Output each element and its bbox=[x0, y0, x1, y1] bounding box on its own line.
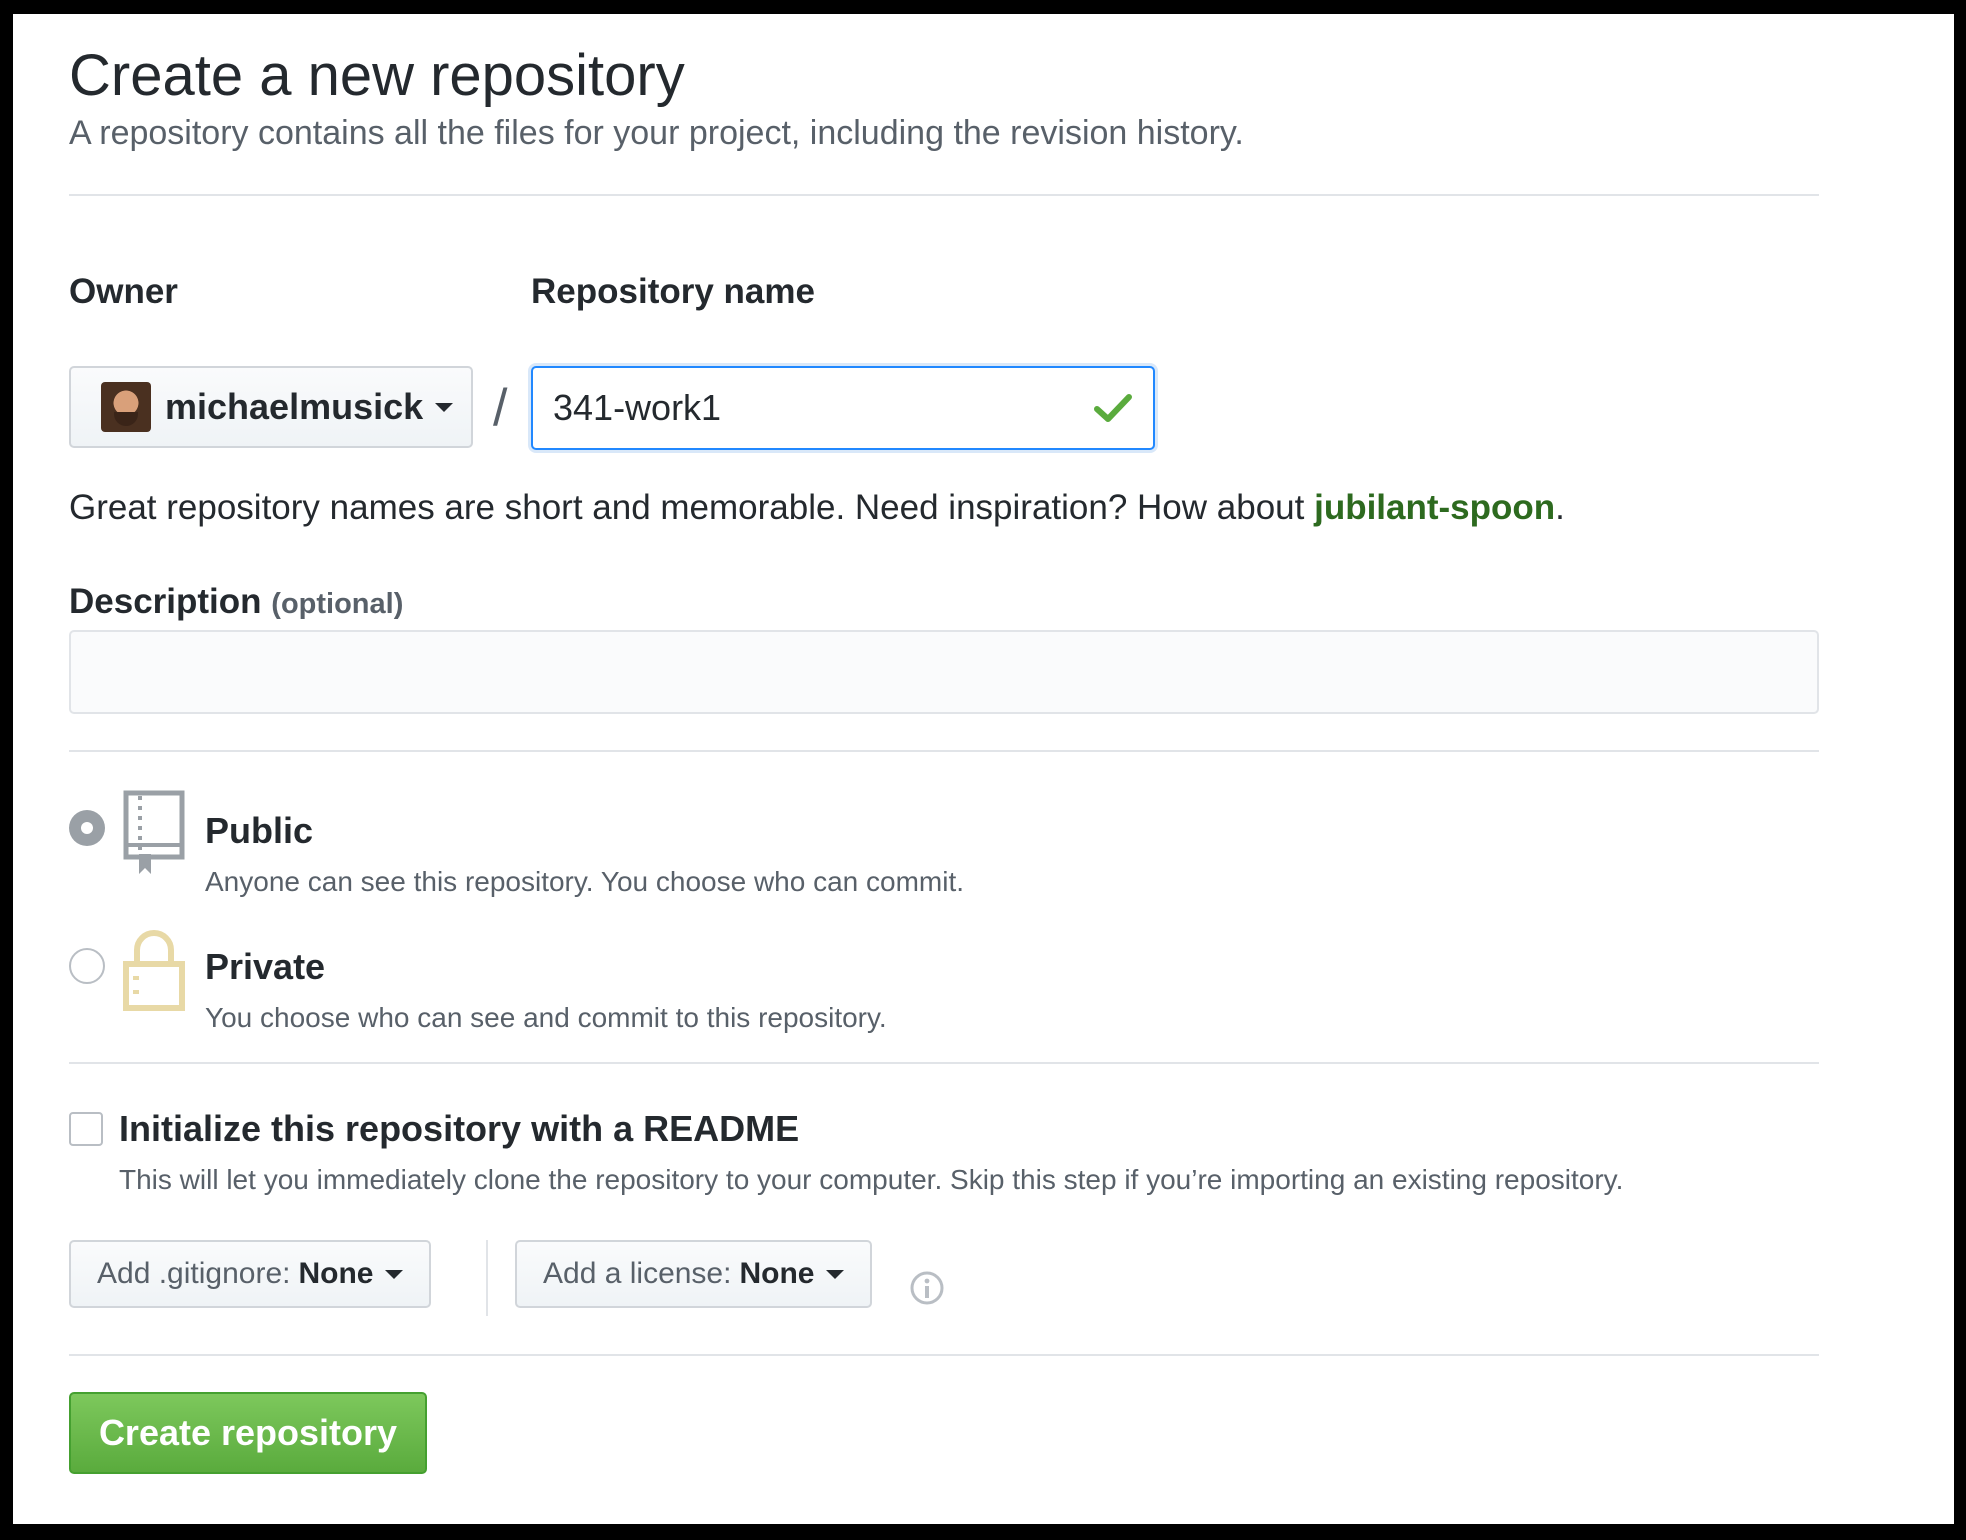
divider bbox=[69, 750, 1819, 752]
create-repository-button[interactable]: Create repository bbox=[69, 1392, 427, 1474]
readme-description: This will let you immediately clone the … bbox=[119, 1164, 1624, 1195]
vertical-divider bbox=[486, 1240, 488, 1316]
chevron-down-icon bbox=[385, 1269, 404, 1279]
private-description: You choose who can see and commit to thi… bbox=[205, 1002, 887, 1033]
suggestion-link[interactable]: jubilant-spoon bbox=[1314, 488, 1555, 527]
divider bbox=[69, 194, 1819, 196]
chevron-down-icon bbox=[435, 402, 454, 412]
readme-checkbox[interactable] bbox=[69, 1112, 103, 1146]
divider bbox=[69, 1354, 1819, 1356]
owner-repo-separator: / bbox=[493, 379, 508, 437]
hint-text: Great repository names are short and mem… bbox=[69, 488, 1315, 527]
repository-name-value[interactable]: 341-work1 bbox=[553, 387, 1093, 429]
license-value: None bbox=[739, 1257, 815, 1290]
page-subtitle: A repository contains all the files for … bbox=[69, 114, 1244, 152]
description-label: Description (optional) bbox=[69, 582, 403, 622]
private-title: Private bbox=[205, 946, 326, 987]
lock-icon bbox=[123, 930, 185, 1017]
public-description: Anyone can see this repository. You choo… bbox=[205, 866, 965, 897]
repository-name-input[interactable]: 341-work1 bbox=[531, 366, 1155, 450]
public-title: Public bbox=[205, 810, 314, 851]
owner-select[interactable]: michaelmusick bbox=[69, 366, 473, 448]
license-select[interactable]: Add a license: None bbox=[515, 1240, 873, 1308]
chevron-down-icon bbox=[826, 1269, 845, 1279]
license-prefix: Add a license: bbox=[543, 1257, 732, 1290]
public-radio[interactable] bbox=[69, 810, 105, 846]
info-icon[interactable] bbox=[909, 1270, 945, 1311]
divider bbox=[69, 1062, 1819, 1064]
check-icon bbox=[1093, 392, 1133, 424]
readme-label[interactable]: Initialize this repository with a README bbox=[119, 1108, 799, 1150]
owner-name: michaelmusick bbox=[165, 386, 424, 427]
avatar bbox=[101, 382, 151, 432]
description-label-text: Description bbox=[69, 582, 262, 621]
description-input[interactable] bbox=[69, 630, 1819, 714]
optional-tag: (optional) bbox=[271, 588, 404, 620]
repo-book-icon bbox=[123, 790, 185, 881]
page-title: Create a new repository bbox=[69, 43, 685, 108]
owner-label: Owner bbox=[69, 272, 178, 311]
gitignore-value: None bbox=[298, 1257, 374, 1290]
gitignore-select[interactable]: Add .gitignore: None bbox=[69, 1240, 432, 1308]
page: Create a new repository A repository con… bbox=[13, 14, 1954, 1524]
gitignore-prefix: Add .gitignore: bbox=[97, 1257, 291, 1290]
hint-end: . bbox=[1555, 488, 1565, 527]
repository-name-hint: Great repository names are short and mem… bbox=[69, 488, 1565, 528]
repository-name-label: Repository name bbox=[531, 272, 815, 311]
private-radio[interactable] bbox=[69, 948, 105, 984]
